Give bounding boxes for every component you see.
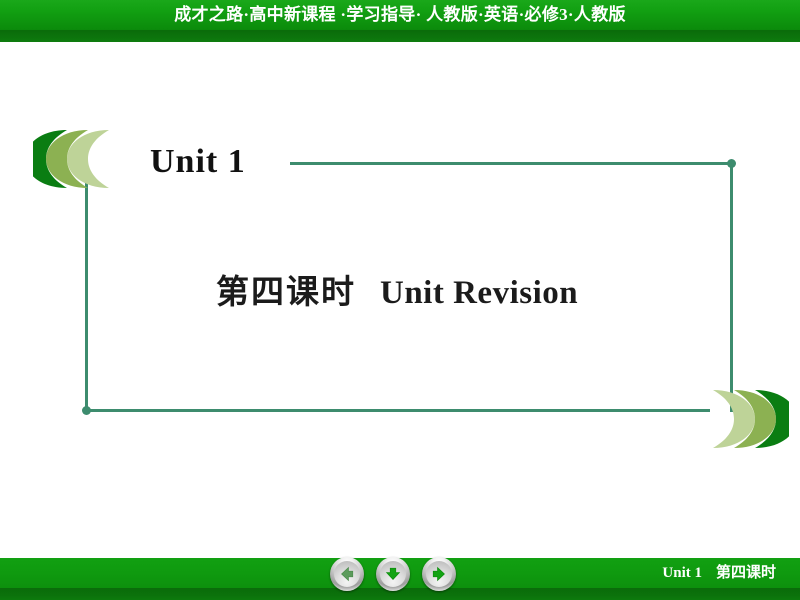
- arrow-down-icon: [385, 567, 401, 580]
- header-title: 成才之路·高中新课程 ·学习指导· 人教版·英语·必修3·人教版: [174, 5, 626, 24]
- frame-right-line: [730, 162, 733, 412]
- header-band-shadow: [0, 30, 800, 42]
- chevron-left-decoration: [25, 128, 139, 190]
- footer-unit-label: Unit 1: [662, 565, 702, 581]
- frame-top-line: [290, 162, 733, 165]
- frame-corner-dot-top-right: [727, 159, 736, 168]
- lesson-title-cn: 第四课时: [216, 275, 356, 311]
- next-step-button[interactable]: [376, 557, 410, 591]
- frame-bottom-line: [85, 409, 710, 412]
- footer-label: Unit 1 第四课时: [662, 558, 776, 588]
- unit-label: Unit 1: [150, 143, 246, 180]
- slide-canvas: 成才之路·高中新课程 ·学习指导· 人教版·英语·必修3·人教版 Unit 1 …: [0, 0, 800, 600]
- lesson-title-en: Unit Revision: [380, 275, 579, 311]
- next-step-button-face: [380, 561, 406, 587]
- frame-left-line: [85, 175, 88, 412]
- arrow-right-icon: [432, 566, 445, 582]
- lesson-title: 第四课时 Unit Revision: [216, 265, 578, 313]
- previous-button-face: [334, 561, 360, 587]
- footer-lesson-label: 第四课时: [715, 565, 776, 581]
- navigation-buttons: [330, 556, 460, 592]
- chevron-right-decoration: [683, 388, 797, 450]
- previous-slide-button[interactable]: [330, 557, 364, 591]
- next-button-face: [426, 561, 452, 587]
- frame-corner-dot-bottom-left: [82, 406, 91, 415]
- next-slide-button[interactable]: [422, 557, 456, 591]
- arrow-left-icon: [341, 566, 354, 582]
